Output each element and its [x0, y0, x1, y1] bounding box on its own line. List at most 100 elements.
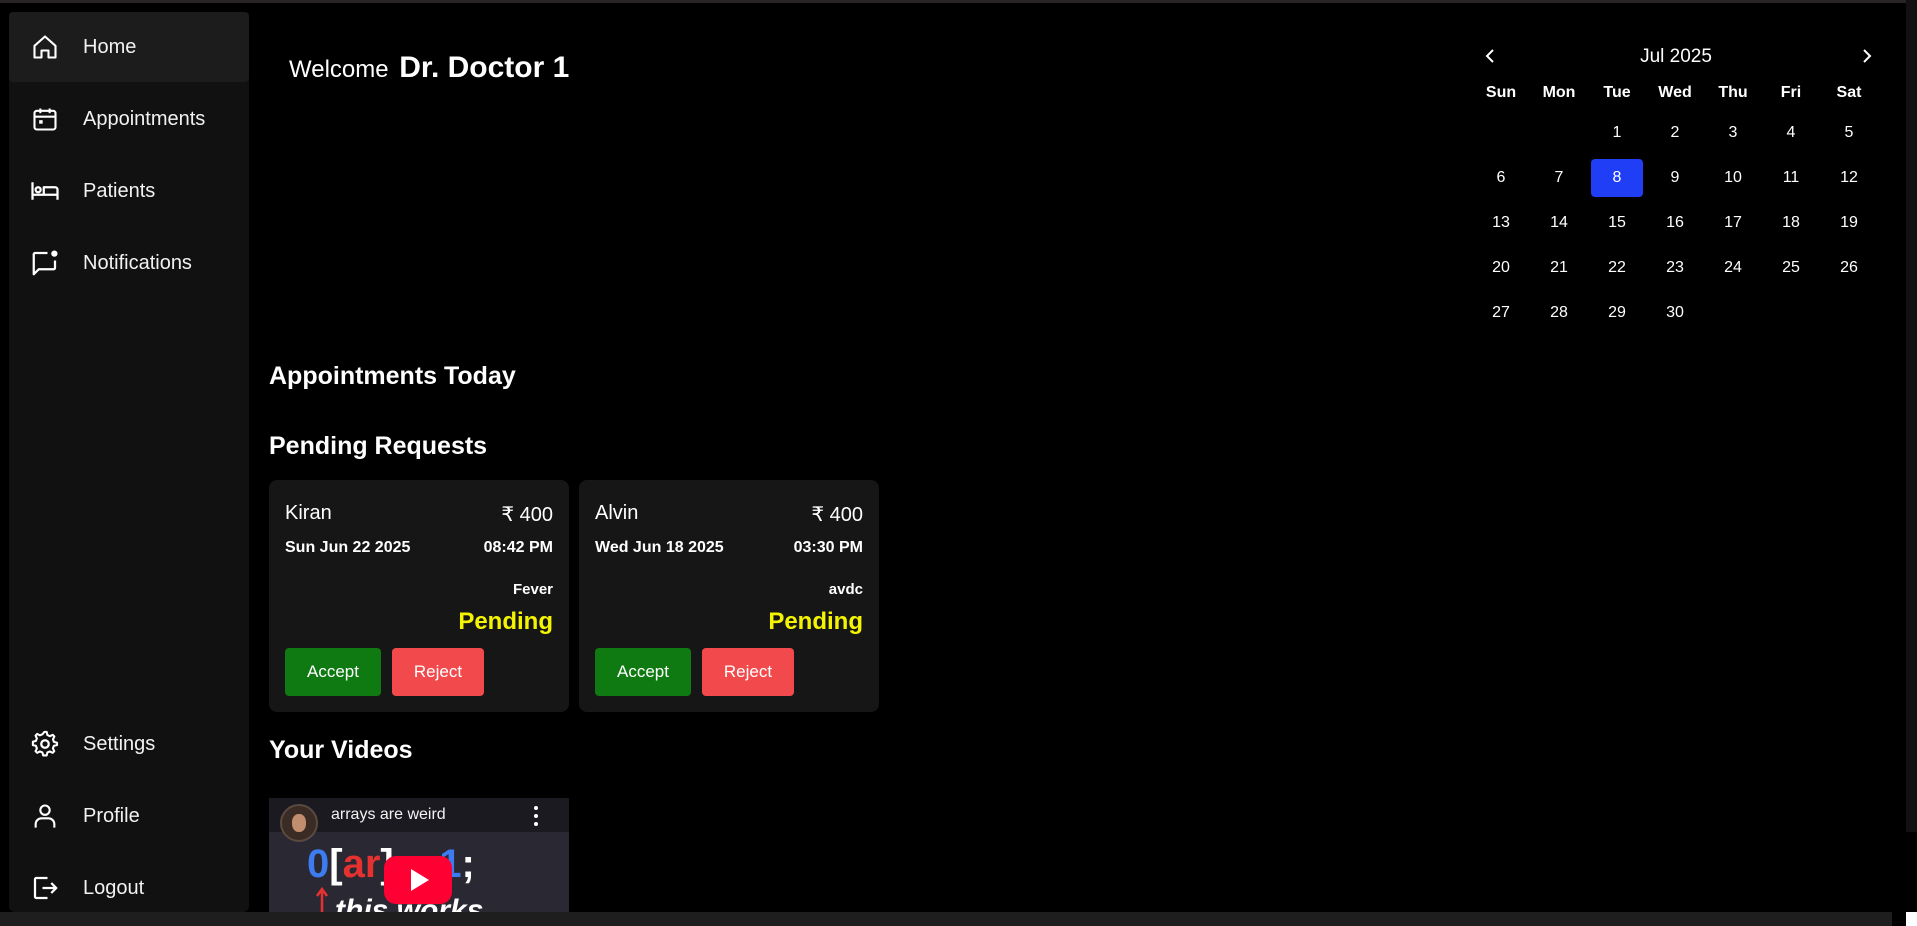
video-embed[interactable]: 0[ar] = 1; this works arrays are weird [269, 798, 569, 914]
horizontal-scrollbar[interactable] [0, 912, 1892, 926]
calendar-day[interactable]: 7 [1530, 155, 1588, 200]
calendar-day-label: 27 [1492, 303, 1510, 321]
calendar-day[interactable]: 26 [1820, 245, 1878, 290]
fee: ₹ 400 [811, 504, 863, 526]
request-reason: avdc [828, 581, 863, 598]
notification-icon [30, 248, 60, 278]
window-top-border [0, 0, 1917, 3]
calendar-day-label: 12 [1840, 168, 1858, 186]
calendar-day[interactable]: 29 [1588, 290, 1646, 335]
welcome-prefix: Welcome [289, 56, 389, 83]
more-vert-icon[interactable] [533, 806, 539, 826]
calendar-day[interactable]: 22 [1588, 245, 1646, 290]
sidebar-item-notifications[interactable]: Notifications [9, 228, 249, 298]
calendar-day[interactable]: 17 [1704, 200, 1762, 245]
calendar-day[interactable]: 16 [1646, 200, 1704, 245]
reject-button[interactable]: Reject [702, 648, 794, 696]
sidebar-item-patients[interactable]: Patients [9, 156, 249, 226]
calendar-day-label: 6 [1496, 168, 1506, 186]
vertical-scrollbar[interactable] [1906, 0, 1917, 832]
calendar-day[interactable]: 19 [1820, 200, 1878, 245]
request-reason: Fever [512, 581, 553, 598]
play-button[interactable] [384, 856, 452, 904]
calendar-weekday: Fri [1780, 84, 1802, 101]
calendar-day-label: 2 [1670, 123, 1680, 141]
logout-icon [30, 873, 60, 903]
sidebar-item-home[interactable]: Home [9, 12, 249, 82]
patient-name: Kiran [285, 502, 332, 524]
calendar-day[interactable]: 5 [1820, 110, 1878, 155]
patient-name: Alvin [595, 502, 639, 524]
calendar-day[interactable]: 14 [1530, 200, 1588, 245]
calendar-day[interactable]: 24 [1704, 245, 1762, 290]
chevron-right-icon[interactable] [1854, 44, 1878, 68]
calendar-day[interactable]: 18 [1762, 200, 1820, 245]
calendar: Jul 2025 Sun Mon Tue Wed Thu Fri Sat 1 2 3 4 5 6 7 8 9 1… [1472, 40, 1880, 335]
fee: ₹ 400 [501, 504, 553, 526]
sidebar-item-profile[interactable]: Profile [9, 781, 249, 851]
calendar-day[interactable]: 6 [1472, 155, 1530, 200]
sidebar-item-label: Logout [83, 876, 145, 899]
calendar-day-label: 8 [1591, 158, 1643, 197]
sidebar: Home Appointments Patients Notifications… [9, 12, 249, 912]
calendar-day[interactable]: 11 [1762, 155, 1820, 200]
calendar-day[interactable]: 3 [1704, 110, 1762, 155]
calendar-empty-cell [1530, 110, 1588, 155]
calendar-weekday: Thu [1718, 84, 1748, 101]
sidebar-item-settings[interactable]: Settings [9, 709, 249, 779]
calendar-weekday: Wed [1658, 84, 1692, 101]
calendar-day[interactable]: 25 [1762, 245, 1820, 290]
calendar-day[interactable]: 13 [1472, 200, 1530, 245]
calendar-day[interactable]: 10 [1704, 155, 1762, 200]
calendar-day[interactable]: 20 [1472, 245, 1530, 290]
calendar-day[interactable]: 4 [1762, 110, 1820, 155]
calendar-day[interactable]: 15 [1588, 200, 1646, 245]
calendar-day[interactable]: 30 [1646, 290, 1704, 335]
sidebar-item-label: Notifications [83, 251, 192, 274]
sidebar-item-appointments[interactable]: Appointments [9, 84, 249, 154]
calendar-day[interactable]: 12 [1820, 155, 1878, 200]
calendar-day-label: 23 [1666, 258, 1684, 276]
calendar-day-label: 26 [1840, 258, 1858, 276]
calendar-day-label: 28 [1550, 303, 1568, 321]
calendar-day[interactable]: 27 [1472, 290, 1530, 335]
calendar-day[interactable]: 23 [1646, 245, 1704, 290]
pending-requests-heading: Pending Requests [269, 432, 488, 460]
calendar-day-label: 18 [1782, 213, 1800, 231]
calendar-day-label: 20 [1492, 258, 1510, 276]
calendar-day[interactable]: 8 [1588, 155, 1646, 200]
calendar-day-label: 11 [1782, 168, 1800, 186]
appointments-today-heading: Appointments Today [269, 362, 516, 390]
status-badge: Pending [458, 608, 553, 635]
calendar-empty-cell [1472, 110, 1530, 155]
avatar[interactable] [280, 804, 318, 842]
calendar-day-label: 17 [1724, 213, 1742, 231]
calendar-day-label: 10 [1724, 168, 1742, 186]
calendar-day[interactable]: 9 [1646, 155, 1704, 200]
request-card: Alvin ₹ 400 Wed Jun 18 2025 03:30 PM avd… [579, 480, 879, 712]
calendar-weekday: Tue [1603, 84, 1631, 101]
calendar-day[interactable]: 21 [1530, 245, 1588, 290]
calendar-day-label: 5 [1844, 123, 1854, 141]
calendar-day-label: 15 [1608, 213, 1626, 231]
gear-icon [30, 729, 60, 759]
bed-icon [30, 176, 60, 206]
request-card: Kiran ₹ 400 Sun Jun 22 2025 08:42 PM Fev… [269, 480, 569, 712]
calendar-day[interactable]: 1 [1588, 110, 1646, 155]
your-videos-heading: Your Videos [269, 736, 413, 764]
calendar-day-label: 9 [1670, 168, 1680, 186]
accept-button[interactable]: Accept [595, 648, 691, 696]
scrollbar-corner [1906, 912, 1917, 926]
sidebar-item-label: Patients [83, 179, 156, 202]
calendar-day[interactable]: 28 [1530, 290, 1588, 335]
calendar-day-label [1475, 114, 1527, 152]
accept-button[interactable]: Accept [285, 648, 381, 696]
calendar-day-label: 4 [1786, 123, 1796, 141]
calendar-day-label: 3 [1728, 123, 1738, 141]
request-date: Wed Jun 18 2025 [595, 539, 724, 556]
calendar-month-label: Jul 2025 [1640, 46, 1712, 67]
calendar-weekday: Sun [1485, 84, 1517, 101]
reject-button[interactable]: Reject [392, 648, 484, 696]
calendar-day[interactable]: 2 [1646, 110, 1704, 155]
video-title[interactable]: arrays are weird [331, 806, 446, 824]
